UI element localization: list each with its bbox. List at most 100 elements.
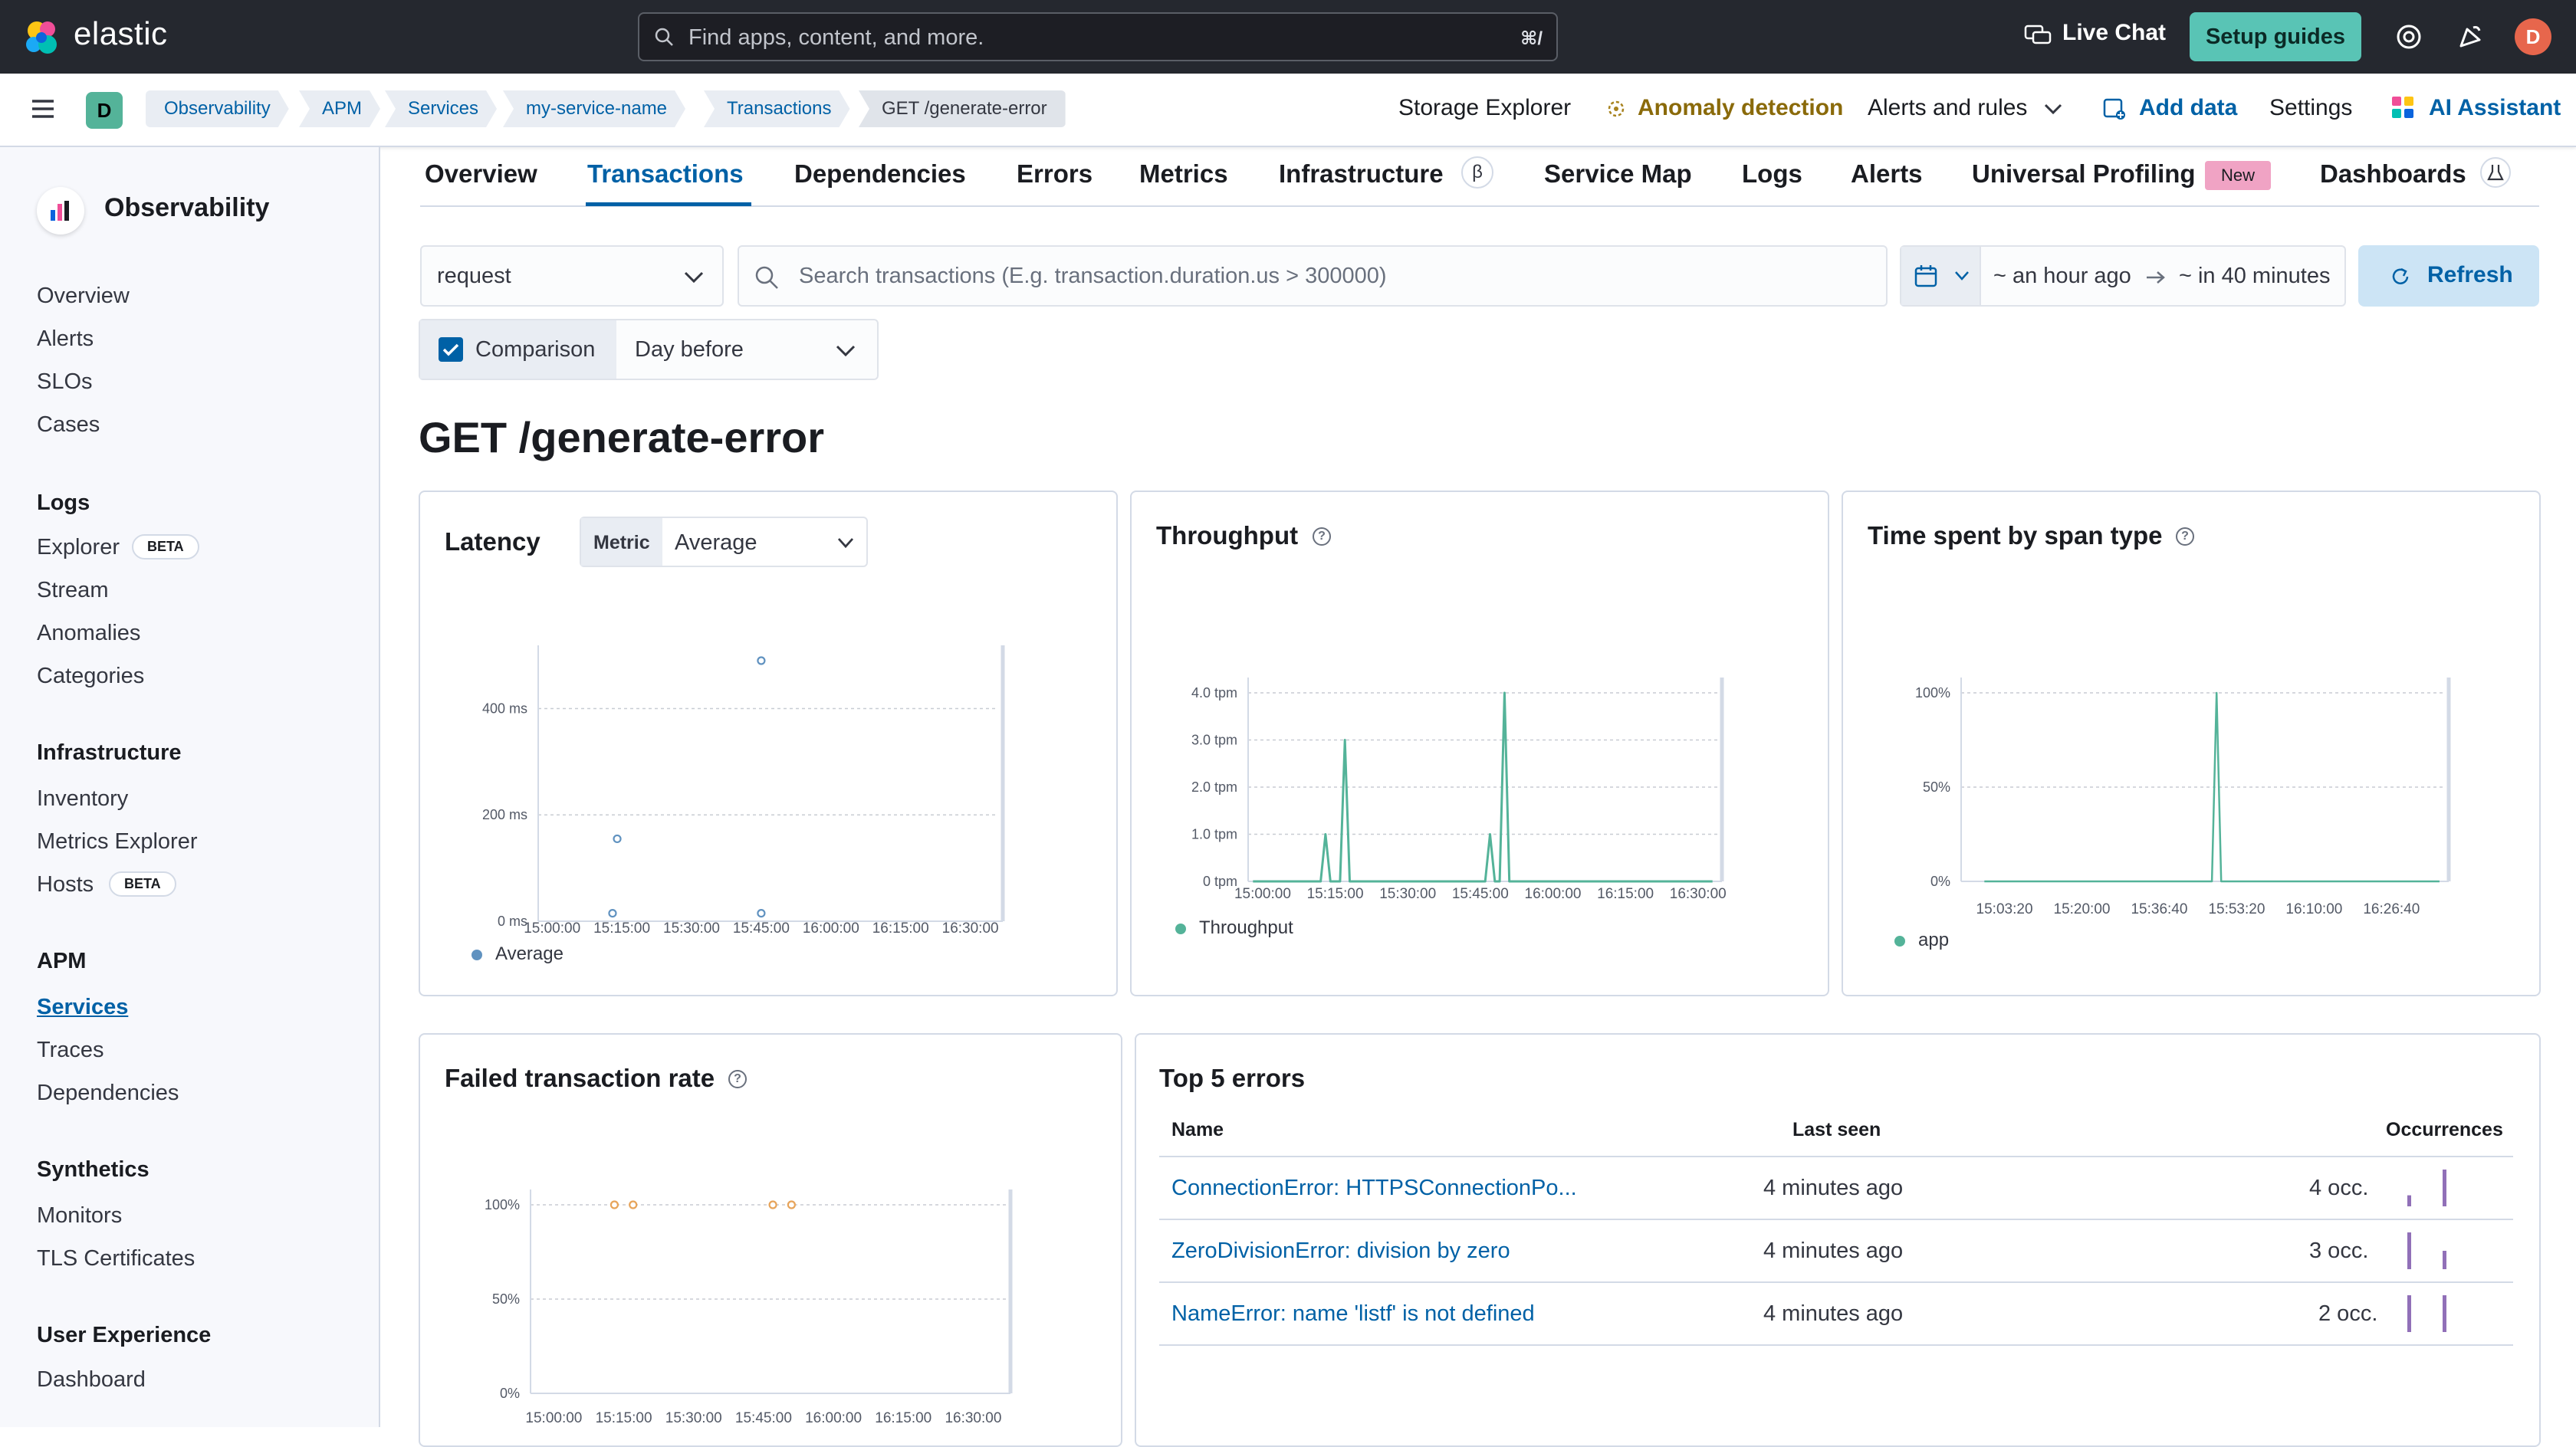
help-icon[interactable]	[2395, 23, 2423, 51]
tab-dashboards[interactable]: Dashboards	[2320, 159, 2466, 189]
nav-cases[interactable]: Cases	[37, 412, 100, 438]
search-placeholder: Find apps, content, and more.	[688, 25, 984, 50]
x-tick-label: 15:00:00	[525, 1410, 582, 1426]
breadcrumb-transactions[interactable]: Transactions	[704, 90, 850, 127]
y-tick-label: 0%	[1930, 874, 1950, 889]
tab-logs[interactable]: Logs	[1742, 159, 1802, 189]
date-quick-menu[interactable]	[1901, 247, 1981, 305]
nav-monitors[interactable]: Monitors	[37, 1203, 122, 1229]
date-picker[interactable]: ~ an hour ago ~ in 40 minutes	[1900, 245, 2346, 307]
settings-link[interactable]: Settings	[2269, 95, 2352, 121]
check-icon	[442, 343, 459, 356]
tab-transactions[interactable]: Transactions	[587, 159, 744, 189]
storage-explorer-link[interactable]: Storage Explorer	[1398, 95, 1571, 121]
error-sparkline	[2407, 1232, 2446, 1269]
x-tick-label: 15:03:20	[1976, 901, 2033, 917]
nav-slos[interactable]: SLOs	[37, 369, 93, 395]
breadcrumb-services[interactable]: Services	[385, 90, 497, 127]
nav-stream[interactable]: Stream	[37, 578, 108, 603]
nav-services[interactable]: Services	[37, 995, 128, 1020]
data-point	[613, 834, 622, 844]
comparison-label: Comparison	[475, 337, 596, 362]
tab-universal-profiling[interactable]: Universal Profiling	[1972, 159, 2196, 189]
error-name-link[interactable]: ZeroDivisionError: division by zero	[1171, 1239, 1510, 1264]
error-occurrences: 4 occ.	[2309, 1176, 2369, 1200]
sidebar-title: Observability	[104, 193, 270, 222]
column-header-name[interactable]: Name	[1171, 1119, 1224, 1141]
newsfeed-icon[interactable]	[2456, 21, 2486, 51]
time-end[interactable]: ~ in 40 minutes	[2179, 264, 2330, 289]
space-avatar[interactable]: D	[86, 92, 123, 129]
global-search-input[interactable]: Find apps, content, and more. ⌘/	[638, 12, 1558, 61]
nav-anomalies[interactable]: Anomalies	[37, 621, 140, 646]
failed-rate-panel: Failed transaction rate ? 0% 50% 100% 15:00…	[419, 1033, 1122, 1447]
alerts-and-rules-menu[interactable]: Alerts and rules	[1868, 95, 2027, 121]
nav-inventory[interactable]: Inventory	[37, 786, 128, 812]
tab-metrics[interactable]: Metrics	[1139, 159, 1228, 189]
error-name-link[interactable]: ConnectionError: HTTPSConnectionPo...	[1171, 1176, 1577, 1201]
help-icon[interactable]: ?	[728, 1070, 747, 1088]
x-tick-label: 15:15:00	[593, 920, 650, 937]
nav-overview[interactable]: Overview	[37, 284, 130, 309]
nav-traces[interactable]: Traces	[37, 1038, 104, 1063]
breadcrumb-observability[interactable]: Observability	[146, 90, 289, 127]
nav-explorer[interactable]: Explorer	[37, 535, 120, 560]
error-name-link[interactable]: NameError: name 'listf' is not defined	[1171, 1301, 1535, 1327]
menu-icon[interactable]	[29, 95, 57, 123]
page-title: GET /generate-error	[419, 413, 825, 461]
nav-heading-infrastructure: Infrastructure	[37, 740, 182, 765]
metric-label: Metric	[593, 532, 650, 553]
breadcrumb-apm[interactable]: APM	[299, 90, 380, 127]
chat-icon	[2024, 25, 2052, 44]
help-icon[interactable]: ?	[1313, 527, 1331, 546]
comparison-value[interactable]: Day before	[635, 337, 744, 363]
active-tab-indicator	[586, 202, 751, 206]
y-tick-label: 0 tpm	[1203, 874, 1237, 889]
add-data-link[interactable]: Add data	[2139, 95, 2237, 121]
help-icon[interactable]: ?	[2176, 527, 2194, 546]
error-last-seen: 4 minutes ago	[1763, 1176, 1904, 1200]
nav-categories[interactable]: Categories	[37, 664, 144, 689]
x-tick-label: 15:15:00	[1307, 886, 1364, 902]
tab-errors[interactable]: Errors	[1017, 159, 1092, 189]
sparkline-bar	[2407, 1295, 2411, 1332]
nav-hosts[interactable]: Hosts	[37, 872, 94, 897]
tab-dependencies[interactable]: Dependencies	[794, 159, 966, 189]
column-header-last-seen[interactable]: Last seen	[1792, 1119, 1881, 1141]
transaction-search-input[interactable]: Search transactions (E.g. transaction.du…	[738, 245, 1888, 307]
column-header-occurrences[interactable]: Occurrences	[2386, 1119, 2503, 1141]
tab-service-map[interactable]: Service Map	[1544, 159, 1692, 189]
comparison-checkbox[interactable]	[439, 337, 463, 362]
transaction-search-placeholder: Search transactions (E.g. transaction.du…	[799, 264, 1387, 288]
refresh-button[interactable]: Refresh	[2358, 245, 2539, 307]
nav-alerts[interactable]: Alerts	[37, 326, 94, 352]
nav-metrics-explorer[interactable]: Metrics Explorer	[37, 829, 198, 855]
comparison-toggle[interactable]: Comparison	[420, 320, 616, 379]
x-tick-label: 16:00:00	[1525, 886, 1582, 902]
sparkline-bar	[2443, 1295, 2446, 1332]
nav-tls-certificates[interactable]: TLS Certificates	[37, 1246, 195, 1271]
tab-overview[interactable]: Overview	[425, 159, 537, 189]
live-chat-button[interactable]: Live Chat	[2062, 20, 2166, 46]
ai-assistant-link[interactable]: AI Assistant	[2429, 95, 2561, 121]
span-type-chart: 0% 50% 100% 15:03:20 15:20:00 15:36:40 15:53:2…	[1894, 678, 2451, 950]
x-tick-label: 15:15:00	[596, 1410, 652, 1426]
search-icon	[655, 28, 673, 46]
time-start[interactable]: ~ an hour ago	[1993, 264, 2131, 289]
tab-alerts[interactable]: Alerts	[1851, 159, 1923, 189]
transaction-type-select[interactable]: request	[420, 245, 724, 307]
setup-guides-button[interactable]: Setup guides	[2190, 12, 2361, 61]
beta-badge: BETA	[132, 534, 199, 559]
legend-label: Throughput	[1199, 917, 1293, 938]
x-tick-label: 15:36:40	[2131, 901, 2187, 917]
elastic-logo[interactable]	[23, 18, 61, 57]
nav-dashboard[interactable]: Dashboard	[37, 1367, 146, 1393]
tab-infrastructure[interactable]: Infrastructure	[1279, 159, 1444, 189]
nav-dependencies[interactable]: Dependencies	[37, 1081, 179, 1106]
latency-metric-select[interactable]: Metric Average	[580, 517, 868, 567]
y-tick-label: 3.0 tpm	[1191, 733, 1237, 748]
brand-name[interactable]: elastic	[74, 15, 168, 52]
user-avatar[interactable]: D	[2515, 18, 2551, 55]
breadcrumb-service-name[interactable]: my-service-name	[503, 90, 685, 127]
anomaly-detection-link[interactable]: Anomaly detection	[1638, 95, 1843, 121]
